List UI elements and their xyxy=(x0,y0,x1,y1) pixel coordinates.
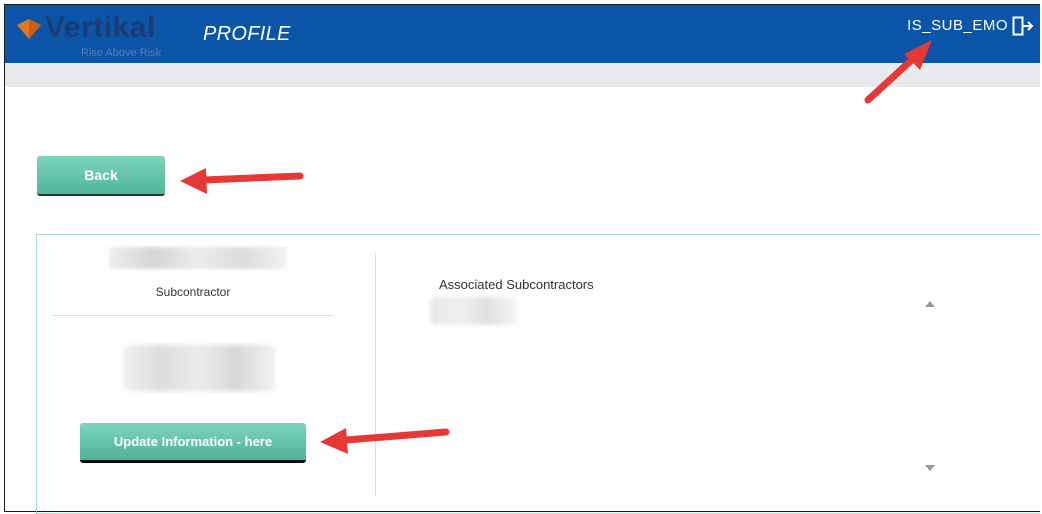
profile-panel: Subcontractor Update Information - here … xyxy=(36,234,1040,514)
column-divider xyxy=(375,253,376,497)
redacted-logo-image xyxy=(123,345,275,391)
vertikal-logo[interactable]: Vertikal Rise Above Risk xyxy=(11,11,177,63)
username-link[interactable]: IS_SUB_EMO xyxy=(907,17,1008,34)
update-information-button[interactable]: Update Information - here xyxy=(80,423,306,463)
brand-tagline: Rise Above Risk xyxy=(81,47,162,59)
sub-bar xyxy=(5,63,1040,87)
diamond-logo-icon xyxy=(17,19,41,39)
brand-name: Vertikal xyxy=(45,11,156,44)
profile-summary: Subcontractor Update Information - here xyxy=(37,235,373,513)
role-label: Subcontractor xyxy=(155,285,231,299)
associated-subcontractors-title: Associated Subcontractors xyxy=(439,277,594,292)
scroll-up-arrow-icon[interactable] xyxy=(925,301,935,307)
associated-section: Associated Subcontractors xyxy=(377,235,1040,513)
divider xyxy=(53,315,333,316)
scroll-down-arrow-icon[interactable] xyxy=(925,465,935,471)
back-button[interactable]: Back xyxy=(37,156,165,196)
logout-icon[interactable] xyxy=(1012,16,1034,36)
top-header: Vertikal Rise Above Risk PROFILE IS_SUB_… xyxy=(5,5,1040,63)
scrollbar[interactable] xyxy=(925,301,939,471)
redacted-associated-item xyxy=(431,297,517,325)
page-title: PROFILE xyxy=(203,23,291,45)
redacted-company-name xyxy=(109,247,287,269)
